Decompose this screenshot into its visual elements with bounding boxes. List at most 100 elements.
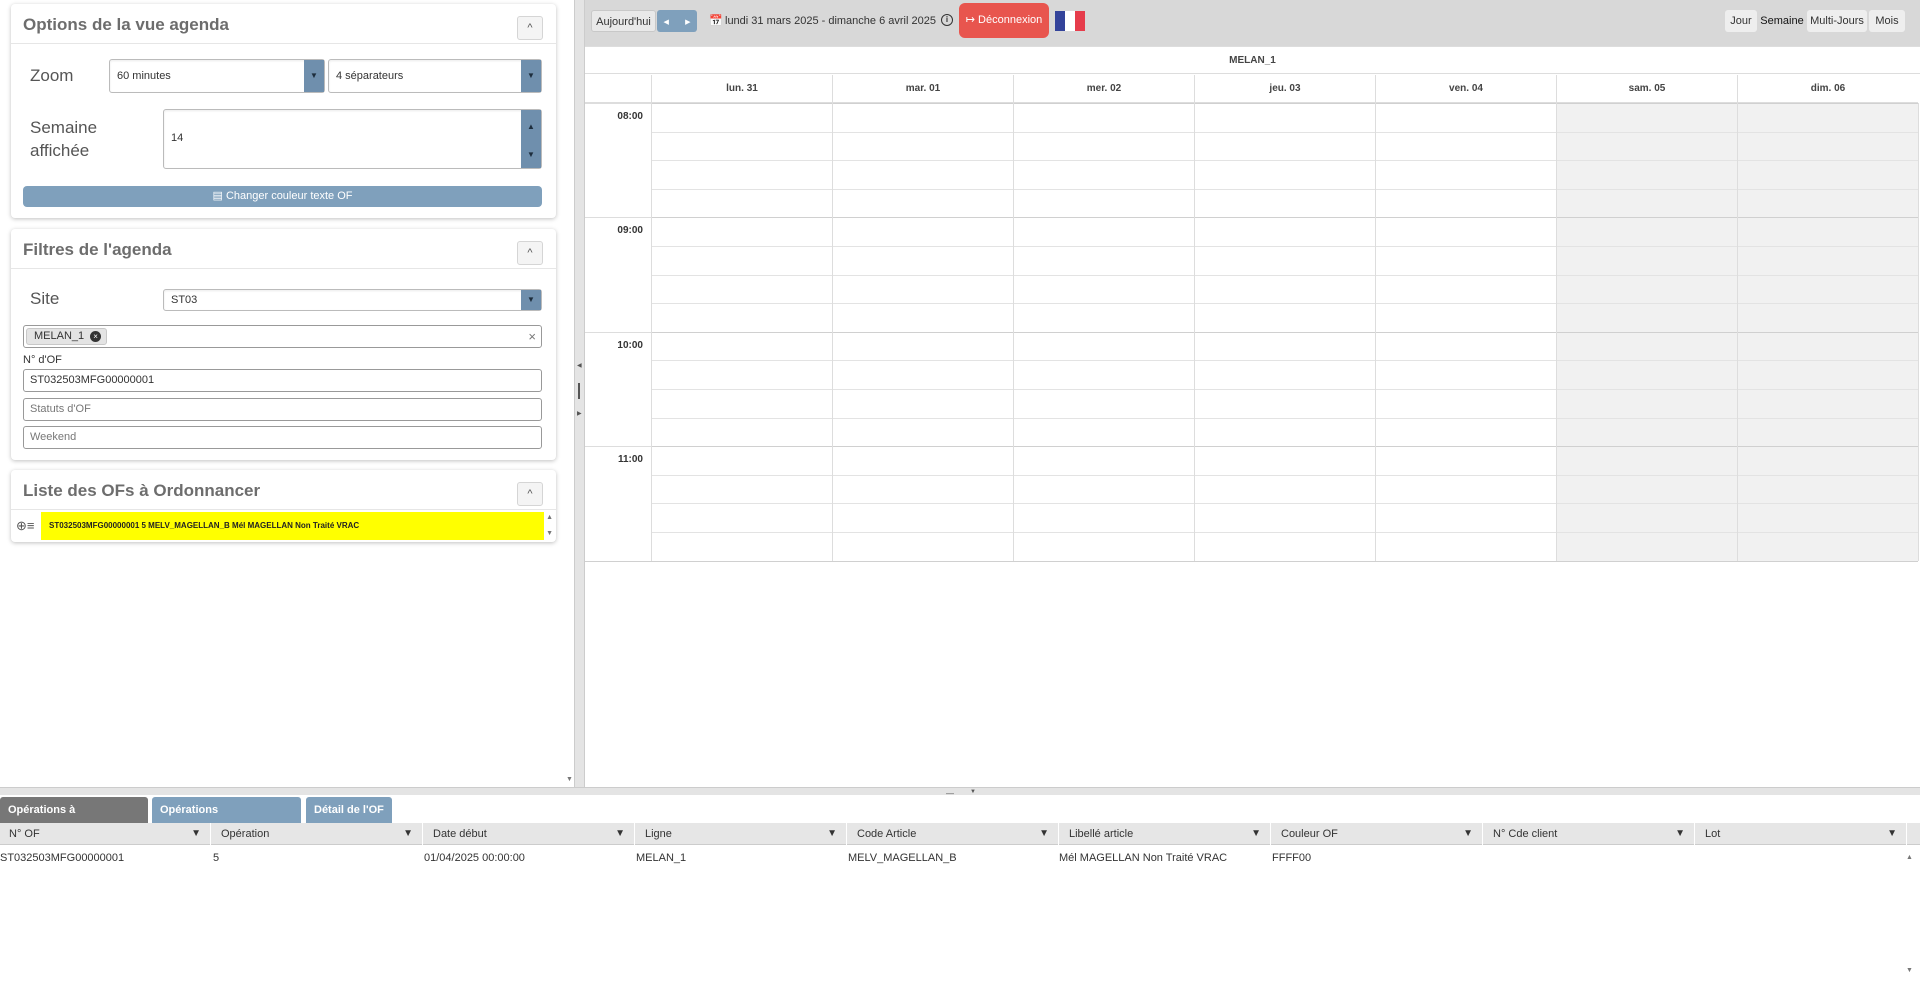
palette-icon: ▤: [212, 190, 223, 202]
week-value: 14: [171, 132, 184, 144]
column-of-number[interactable]: N° OF ▼: [0, 823, 211, 845]
site-select[interactable]: ST03 ▼: [163, 289, 542, 311]
time-slot-line: [651, 417, 1918, 419]
view-day-button[interactable]: Jour: [1725, 10, 1757, 32]
filter-icon[interactable]: ▼: [1887, 823, 1897, 845]
view-week-button[interactable]: Semaine: [1759, 10, 1805, 32]
time-slot-line: [651, 131, 1918, 133]
chevron-up-icon: ^: [527, 488, 533, 500]
options-collapse-button[interactable]: ^: [517, 16, 543, 40]
zoom-select[interactable]: 60 minutes ▼: [109, 59, 325, 93]
day-header[interactable]: lun. 31: [651, 75, 832, 103]
grid-scroll-down-icon[interactable]: ▼: [1906, 967, 1913, 974]
french-flag-icon[interactable]: [1055, 11, 1085, 31]
logout-icon: ↦: [965, 14, 975, 26]
scroll-down-icon[interactable]: ▼: [546, 530, 553, 537]
separators-value: 4 séparateurs: [336, 70, 404, 82]
today-button[interactable]: Aujourd'hui: [591, 10, 656, 32]
filters-panel-title: Filtres de l'agenda: [23, 240, 172, 259]
splitter-grip-icon[interactable]: [578, 383, 580, 399]
week-label: Semaine affichée: [30, 118, 98, 160]
tab-of-detail[interactable]: Détail de l'OF: [306, 797, 392, 823]
column-client-order[interactable]: N° Cde client ▼: [1484, 823, 1695, 845]
column-article-code[interactable]: Code Article ▼: [848, 823, 1059, 845]
of-list-item[interactable]: ST032503MFG00000001 5 MELV_MAGELLAN_B Mé…: [41, 512, 544, 540]
column-lot[interactable]: Lot ▼: [1696, 823, 1907, 845]
column-operation[interactable]: Opération ▼: [212, 823, 423, 845]
drag-handle-icon[interactable]: ⊕≡: [16, 519, 34, 532]
of-number-field[interactable]: ST032503MFG00000001: [23, 369, 542, 392]
day-header[interactable]: mer. 02: [1013, 75, 1194, 103]
tab-scheduled-operations[interactable]: Opérations ordonnancées: [152, 797, 301, 842]
horizontal-splitter[interactable]: — ▼: [0, 787, 1920, 798]
tab-operations-to-schedule[interactable]: Opérations à ordonnancer: [0, 797, 148, 842]
time-slot-line: [651, 331, 1918, 333]
chevron-down-icon[interactable]: ▼: [521, 290, 541, 310]
of-status-field[interactable]: Statuts d'OF: [23, 398, 542, 421]
of-list-panel-title: Liste des OFs à Ordonnancer: [23, 481, 261, 500]
filter-icon[interactable]: ▼: [1463, 823, 1473, 845]
time-slot-line: [651, 360, 1918, 362]
zoom-label: Zoom: [30, 66, 74, 85]
filters-collapse-button[interactable]: ^: [517, 241, 543, 265]
day-header[interactable]: dim. 06: [1737, 75, 1918, 103]
resource-row: MELAN_1: [585, 46, 1920, 74]
weekend-field[interactable]: Weekend: [23, 426, 542, 449]
time-header-corner: [585, 75, 651, 103]
logout-button[interactable]: ↦ Déconnexion: [959, 3, 1049, 38]
day-header[interactable]: jeu. 03: [1194, 75, 1375, 103]
filter-icon[interactable]: ▼: [403, 823, 413, 845]
spinner-arrows-icon[interactable]: ▲ ▼: [521, 110, 541, 168]
column-of-color[interactable]: Couleur OF ▼: [1272, 823, 1483, 845]
of-list-collapse-button[interactable]: ^: [517, 482, 543, 506]
filter-icon[interactable]: ▼: [1675, 823, 1685, 845]
calendar-icon[interactable]: 📅: [709, 14, 723, 27]
day-header[interactable]: mar. 01: [832, 75, 1013, 103]
day-header[interactable]: ven. 04: [1375, 75, 1556, 103]
options-panel: Options de la vue agenda ^ Zoom 60 minut…: [11, 4, 556, 218]
scroll-up-icon[interactable]: ▲: [546, 514, 553, 521]
day-column-line: [832, 103, 833, 561]
cell-article-code: MELV_MAGELLAN_B: [848, 852, 957, 864]
options-panel-header: Options de la vue agenda ^: [11, 4, 556, 44]
column-start-date[interactable]: Date début ▼: [424, 823, 635, 845]
table-row[interactable]: ST032503MFG00000001 5 01/04/2025 00:00:0…: [0, 846, 1905, 866]
view-multiday-button[interactable]: Multi-Jours: [1807, 10, 1867, 32]
column-article-label[interactable]: Libellé article ▼: [1060, 823, 1271, 845]
cell-operation: 5: [213, 852, 220, 864]
cell-line: MELAN_1: [636, 852, 687, 864]
options-panel-title: Options de la vue agenda: [23, 15, 229, 34]
filter-icon[interactable]: ▼: [827, 823, 837, 845]
collapse-right-icon[interactable]: ▶: [577, 410, 582, 417]
resource-multiselect[interactable]: MELAN_1 × ×: [23, 325, 542, 348]
view-month-button[interactable]: Mois: [1869, 10, 1905, 32]
clear-icon[interactable]: ×: [528, 329, 536, 344]
next-icon[interactable]: ▶: [685, 19, 690, 26]
filter-icon[interactable]: ▼: [1039, 823, 1049, 845]
change-text-color-button[interactable]: ▤ Changer couleur texte OF: [23, 186, 542, 207]
chevron-up-icon: ^: [527, 247, 533, 259]
day-column-line: [1556, 103, 1557, 561]
of-list-item-label: ST032503MFG00000001 5 MELV_MAGELLAN_B Mé…: [49, 521, 360, 530]
vertical-splitter[interactable]: ◀ ▶: [574, 0, 585, 787]
left-scroll-down-icon[interactable]: ▼: [566, 776, 573, 783]
left-panel: Options de la vue agenda ^ Zoom 60 minut…: [0, 0, 574, 787]
day-header[interactable]: sam. 05: [1556, 75, 1737, 103]
info-icon[interactable]: i: [941, 14, 953, 26]
time-slot-line: [651, 246, 1918, 247]
prev-icon[interactable]: ◀: [664, 19, 669, 26]
filter-icon[interactable]: ▼: [1251, 823, 1261, 845]
nav-buttons: ◀ ▶: [657, 10, 697, 32]
remove-tag-icon[interactable]: ×: [90, 331, 102, 342]
resource-tag-label: MELAN_1: [34, 330, 85, 342]
separators-select[interactable]: 4 séparateurs ▼: [328, 59, 542, 93]
chevron-down-icon[interactable]: ▼: [521, 60, 541, 92]
grid-scroll-up-icon[interactable]: ▲: [1906, 854, 1913, 861]
time-label: 10:00: [585, 331, 651, 446]
column-line[interactable]: Ligne ▼: [636, 823, 847, 845]
filter-icon[interactable]: ▼: [615, 823, 625, 845]
chevron-down-icon[interactable]: ▼: [304, 60, 324, 92]
filter-icon[interactable]: ▼: [191, 823, 201, 845]
collapse-left-icon[interactable]: ◀: [577, 362, 582, 369]
week-spinner[interactable]: 14 ▲ ▼: [163, 109, 542, 169]
